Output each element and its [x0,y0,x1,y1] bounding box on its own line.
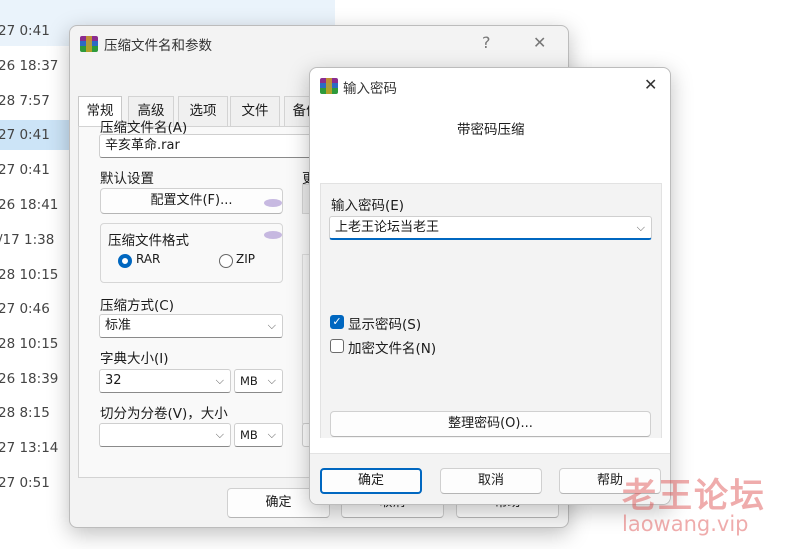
list-item-time: 27 0:51 [0,475,50,491]
format-zip-label: ZIP [236,252,255,266]
dict-unit-select[interactable]: MB ⌵ [234,369,283,393]
list-item-time: 27 0:41 [0,23,50,39]
list-item-time: /17 1:38 [0,232,55,248]
default-settings-label: 默认设置 [100,171,154,187]
watermark-text: 老王论坛 [622,476,766,516]
show-password-label: 显示密码(S) [348,317,422,333]
list-item-time: 27 0:41 [0,162,50,178]
method-label: 压缩方式(C) [100,298,174,314]
close-icon[interactable]: ✕ [533,33,546,52]
method-select[interactable]: 标准 ⌵ [99,314,283,338]
winrar-icon [320,78,338,94]
archive-dialog-titlebar[interactable]: 压缩文件名和参数 ? ✕ [70,26,568,60]
list-item-time: 27 13:14 [0,440,59,456]
password-dialog-title: 输入密码 [343,81,397,97]
list-item-time: 28 10:15 [0,267,59,283]
encrypt-names-checkbox[interactable] [330,339,344,353]
show-password-checkbox[interactable]: ✓ [330,315,344,329]
method-value: 标准 [105,318,132,333]
help-title-button[interactable]: ? [482,33,491,52]
encrypt-names-label: 加密文件名(N) [348,341,437,357]
archive-name-label: 压缩文件名(A) [100,120,188,136]
tab-files[interactable]: 文件 [230,96,280,126]
split-label: 切分为分卷(V)，大小 [100,406,228,422]
enter-password-dialog: 输入密码 ✕ 带密码压缩 输入密码(E) 上老王论坛当老王 ⌵ ✓ 显示密码(S)… [309,67,671,505]
list-item-time: 27 0:46 [0,301,50,317]
archive-name-input[interactable]: 辛亥革命.rar [99,134,315,158]
winrar-icon [80,36,98,52]
list-item-time: 27 0:41 [0,127,50,143]
chevron-down-icon: ⌵ [267,428,276,441]
dict-value: 32 [105,373,122,388]
profiles-button[interactable]: 配置文件(F)... [100,188,283,214]
ok-button[interactable]: 确定 [320,468,422,494]
chevron-down-icon: ⌵ [267,319,276,332]
password-input[interactable]: 上老王论坛当老王 ⌵ [329,216,652,240]
split-unit-select[interactable]: MB ⌵ [234,423,283,447]
format-label: 压缩文件格式 [108,233,189,249]
password-dialog-titlebar[interactable]: 输入密码 ✕ [310,68,670,102]
list-item-time: 28 7:57 [0,93,50,109]
dict-select[interactable]: 32 ⌵ [99,369,231,393]
watermark-url: laowang.vip [622,512,749,536]
password-value: 上老王论坛当老王 [335,220,440,235]
archive-dialog-title: 压缩文件名和参数 [104,38,212,54]
chevron-down-icon: ⌵ [636,221,645,234]
dict-label: 字典大小(I) [100,351,169,367]
password-heading: 带密码压缩 [457,122,525,138]
list-item-time: 26 18:39 [0,371,59,387]
format-zip-radio[interactable] [219,254,233,268]
chevron-down-icon: ⌵ [215,428,224,441]
cloud-icon [264,199,282,207]
chevron-down-icon: ⌵ [267,374,276,387]
split-input[interactable]: ⌵ [99,423,231,447]
format-rar-radio[interactable] [118,254,132,268]
format-rar-label: RAR [136,252,161,266]
list-item-time: 28 8:15 [0,405,50,421]
list-item-time: 28 10:15 [0,336,59,352]
cancel-button[interactable]: 取消 [440,468,542,494]
split-unit: MB [240,428,258,442]
dict-unit: MB [240,374,258,388]
chevron-down-icon: ⌵ [215,374,224,387]
list-item-time: 26 18:41 [0,197,59,213]
enter-password-label: 输入密码(E) [331,198,405,214]
list-item-time: 26 18:37 [0,58,59,74]
close-icon[interactable]: ✕ [644,75,657,94]
organize-passwords-button[interactable]: 整理密码(O)... [330,411,651,437]
